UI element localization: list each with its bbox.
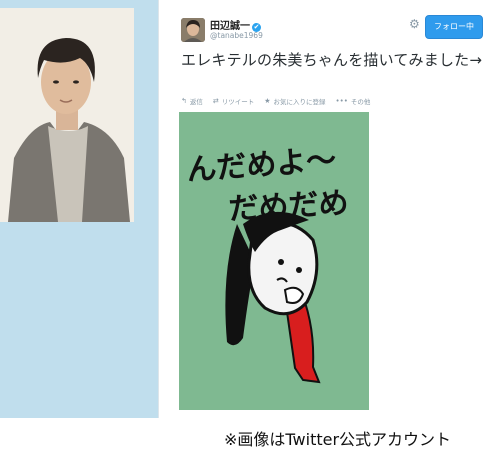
more-icon: ••• bbox=[335, 97, 348, 105]
follow-button[interactable]: フォロー中 bbox=[425, 15, 483, 39]
tweet-actions: ↰ 返信 ⇄ リツイート ★ お気に入りに登録 ••• その他 bbox=[181, 96, 370, 106]
display-name[interactable]: 田辺誠一 ✔ bbox=[210, 17, 261, 32]
reply-label: 返信 bbox=[189, 98, 203, 106]
image-credit-caption: ※画像はTwitter公式アカウント bbox=[224, 430, 452, 449]
retweet-action[interactable]: ⇄ リツイート bbox=[213, 96, 254, 106]
favorite-action[interactable]: ★ お気に入りに登録 bbox=[264, 96, 325, 106]
retweet-label: リツイート bbox=[221, 98, 255, 106]
favorite-label: お気に入りに登録 bbox=[273, 98, 326, 106]
tweet-text: エレキテルの朱美ちゃんを描いてみました→ bbox=[181, 51, 483, 69]
tweet-image[interactable]: んだめよ〜 だめだめ bbox=[179, 112, 369, 410]
reply-action[interactable]: ↰ 返信 bbox=[181, 96, 203, 106]
tweet-card: 田辺誠一 ✔ @tanabe1969 ⚙ フォロー中 エレキテルの朱美ちゃんを描い… bbox=[158, 0, 500, 418]
retweet-icon: ⇄ bbox=[212, 97, 219, 105]
reply-icon: ↰ bbox=[181, 97, 187, 105]
more-action[interactable]: ••• その他 bbox=[336, 96, 371, 106]
screen-name[interactable]: @tanabe1969 bbox=[210, 31, 263, 40]
profile-photo bbox=[0, 8, 134, 222]
avatar[interactable] bbox=[181, 18, 205, 42]
star-icon: ★ bbox=[264, 97, 271, 105]
gear-icon[interactable]: ⚙ bbox=[409, 18, 420, 30]
more-label: その他 bbox=[350, 98, 371, 106]
